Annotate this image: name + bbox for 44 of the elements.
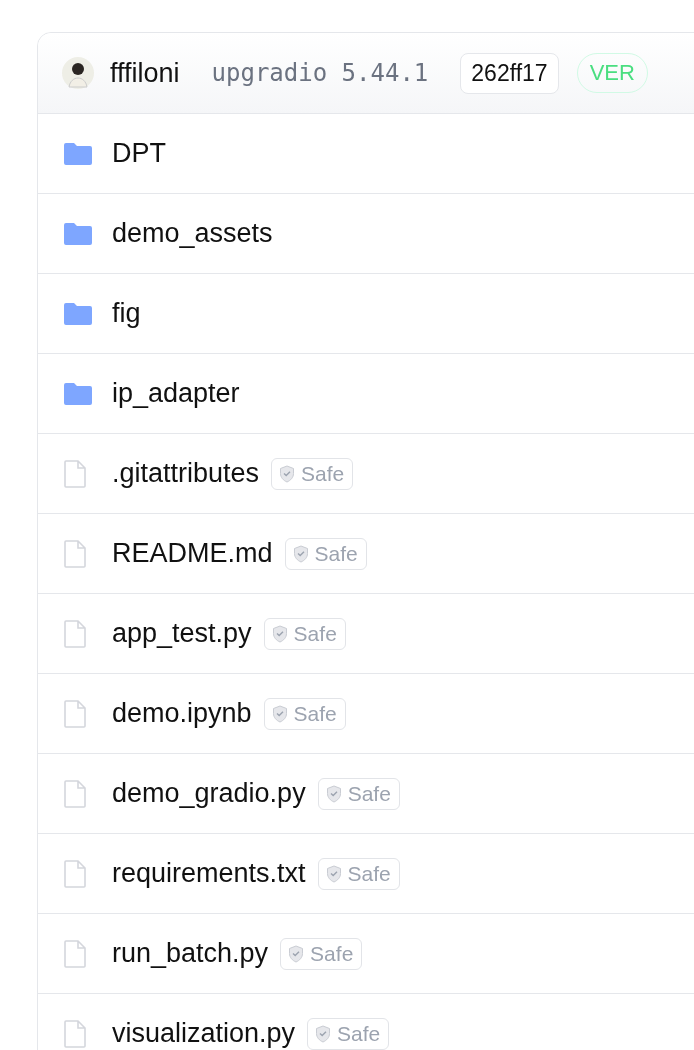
folder-icon [64, 382, 92, 405]
file-icon [64, 699, 86, 728]
safe-label: Safe [347, 781, 391, 806]
shield-icon [292, 544, 309, 563]
folder-link[interactable]: DPT [112, 138, 166, 169]
file-icon [64, 1019, 86, 1048]
safe-label: Safe [314, 541, 358, 566]
file-icon [64, 619, 86, 648]
file-link[interactable]: visualization.py [112, 1018, 296, 1049]
file-link[interactable]: README.md [112, 538, 273, 569]
folder-icon [64, 222, 92, 245]
safe-label: Safe [310, 941, 354, 966]
file-link[interactable]: requirements.txt [112, 858, 306, 889]
folder-link[interactable]: ip_adapter [112, 378, 240, 409]
safe-label: Safe [293, 701, 337, 726]
file-icon [64, 939, 86, 968]
folder-icon [64, 142, 92, 165]
file-link[interactable]: demo_gradio.py [112, 778, 306, 809]
commit-message[interactable]: upgradio 5.44.1 [211, 59, 429, 87]
safe-label: Safe [301, 461, 345, 486]
shield-icon [325, 864, 342, 883]
safe-label: Safe [347, 861, 391, 886]
safe-label: Safe [337, 1021, 381, 1046]
file-link[interactable]: demo.ipynb [112, 698, 252, 729]
file-icon [64, 459, 86, 488]
folder-link[interactable]: demo_assets [112, 218, 273, 249]
shield-icon [315, 1024, 332, 1043]
safe-label: Safe [293, 621, 337, 646]
shield-icon [288, 944, 305, 963]
file-icon [64, 539, 86, 568]
file-link[interactable]: app_test.py [112, 618, 252, 649]
file-link[interactable]: run_batch.py [112, 938, 269, 969]
avatar-icon[interactable] [62, 57, 94, 89]
folder-link[interactable]: fig [112, 298, 141, 329]
shield-icon [271, 624, 288, 643]
shield-icon [279, 464, 296, 483]
author-link[interactable]: fffiloni [110, 57, 180, 89]
file-icon [64, 779, 86, 808]
shield-icon [271, 704, 288, 723]
file-icon [64, 859, 86, 888]
commit-hash[interactable]: 262ff17 [460, 52, 559, 94]
folder-icon [64, 302, 92, 325]
file-link[interactable]: .gitattributes [112, 458, 260, 489]
shield-icon [325, 784, 342, 803]
